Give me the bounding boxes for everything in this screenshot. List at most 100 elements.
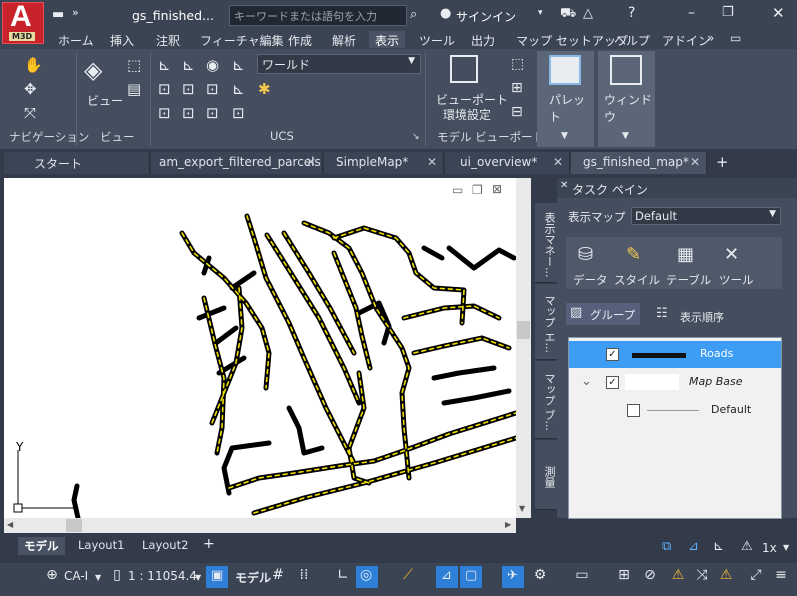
chevron-down-icon[interactable]: ▼ [195, 573, 201, 582]
add-layout-icon[interactable]: + [203, 536, 215, 552]
ucs-origin-icon[interactable]: ⊡ [158, 104, 171, 122]
layer-row-map-base[interactable]: ⌄ ✓ Map Base [569, 369, 781, 396]
side-tab-map-explorer[interactable]: マップ エ... [535, 284, 557, 360]
named-views-icon[interactable]: ⬚ [127, 56, 141, 74]
tab-insert[interactable]: 挿入 [104, 31, 140, 48]
ortho-icon[interactable]: ∟ [333, 567, 353, 587]
display-map-dropdown[interactable]: Default ▼ [631, 207, 781, 225]
layer-row-default[interactable]: Default [569, 397, 781, 424]
close-tab-icon[interactable]: ✕ [690, 155, 700, 169]
map-scale-value[interactable]: 1 : 11054.4 [128, 569, 197, 583]
view-button[interactable]: ビュー [87, 92, 123, 109]
search-input[interactable]: キーワードまたは語句を入力 [229, 5, 407, 26]
tab-analyze[interactable]: 解析 [326, 31, 362, 48]
data-icon[interactable]: ⛁ [578, 244, 593, 265]
vertical-scrollbar[interactable]: ▼ [516, 178, 531, 518]
viewport-config-label-2[interactable]: 環境設定 [443, 106, 491, 123]
zoom-extents-icon[interactable]: ⤧ [24, 104, 36, 122]
workspace-gear-icon[interactable]: ⚙ [530, 567, 550, 587]
palette-button[interactable]: パレット ▼ [537, 51, 594, 147]
doc-tab-start[interactable]: スタート [4, 152, 150, 174]
model-space-label[interactable]: モデル [235, 569, 271, 586]
pan-hand-icon[interactable]: ✋ [24, 56, 43, 74]
ucs-light-icon[interactable]: ✱ [258, 80, 271, 98]
more-tabs-icon[interactable]: » [707, 31, 714, 45]
tab-model[interactable]: モデル [18, 537, 65, 555]
tab-create[interactable]: 作成 [282, 31, 318, 48]
binoculars-icon[interactable]: ⌕ [410, 7, 417, 22]
layer-visible-checkbox[interactable] [627, 404, 640, 417]
scale-icon[interactable]: ▯ [107, 567, 127, 587]
ucs-icon-3[interactable]: ⊾ [232, 56, 245, 74]
draw-order-label[interactable]: 表示順序 [680, 309, 724, 325]
orbit-icon[interactable]: ✥ [24, 80, 37, 98]
hardware-acceleration-icon[interactable]: ⚠ [716, 567, 736, 587]
tab-feature-edit[interactable]: フィーチャ編集 [194, 31, 290, 48]
side-tab-display-manager[interactable]: 表示マネー... [535, 203, 557, 283]
doc-tab-am-export[interactable]: am_export_filtered_parcels ✕ [151, 152, 323, 174]
object-snap-icon[interactable]: ▢ [460, 566, 482, 588]
restore-icon[interactable]: ❐ [722, 5, 734, 20]
ucs-object-icon[interactable]: ⊡ [206, 104, 219, 122]
ucs-y-icon[interactable]: ⊡ [182, 80, 195, 98]
autodesk-app-icon[interactable]: △ [583, 6, 593, 21]
snap-grid-icon[interactable]: ⁞⁞ [294, 567, 314, 587]
close-tab-icon[interactable]: ✕ [306, 155, 316, 169]
ucs-icon-2[interactable]: ⊾ [182, 56, 195, 74]
layer-visible-checkbox[interactable]: ✓ [606, 376, 619, 389]
table-icon[interactable]: ▦ [677, 244, 694, 265]
minimize-icon[interactable]: – [688, 5, 695, 21]
graph-config-icon[interactable]: ⧉ [662, 539, 671, 554]
new-tab-icon[interactable]: + [716, 153, 729, 171]
signin-link[interactable]: サインイン [456, 8, 516, 25]
side-tab-map-book[interactable]: マップ ブ... [535, 361, 557, 439]
draw-order-icon[interactable]: ☷ [656, 306, 668, 321]
ucs-x-icon[interactable]: ⊡ [158, 80, 171, 98]
units-icon[interactable]: ⊞ [614, 567, 634, 587]
close-tab-icon[interactable]: ✕ [427, 155, 437, 169]
annotation-monitor-icon[interactable]: ▭ [572, 567, 592, 587]
named-viewport-icon[interactable]: ⬚ [511, 56, 524, 72]
lock-icon[interactable]: ▣ [206, 566, 228, 588]
app-logo-button[interactable]: A M3D [2, 0, 44, 44]
tools-button-label[interactable]: ツール [719, 272, 754, 288]
warning-icon[interactable]: ⚠ [668, 567, 688, 587]
horizontal-scrollbar[interactable]: ◀ ▶ [4, 518, 516, 533]
style-brush-icon[interactable]: ✎ [626, 244, 641, 265]
doc-tab-simplemap[interactable]: SimpleMap* ✕ [324, 152, 444, 174]
chevron-down-icon[interactable]: ▾ [538, 8, 543, 18]
tab-annotate[interactable]: 注釈 [150, 31, 186, 48]
fullscreen-icon[interactable]: ⤢ [746, 567, 766, 587]
layer-row-roads[interactable]: ✓ Roads [569, 341, 781, 368]
help-icon[interactable]: ? [628, 5, 635, 21]
group-button[interactable]: ▨ グループ [566, 303, 640, 325]
ucs-3point-icon[interactable]: ⊾ [232, 80, 245, 98]
viewport-config-icon[interactable] [450, 55, 478, 83]
view-manager-icon[interactable]: ▤ [127, 80, 141, 98]
doc-tab-ui-overview[interactable]: ui_overview* ✕ [445, 152, 570, 174]
close-tab-icon[interactable]: ✕ [553, 155, 563, 169]
ucs-world-icon[interactable]: ◉ [206, 56, 219, 74]
chevron-down-icon[interactable]: ▼ [95, 573, 101, 582]
coordinate-system[interactable]: CA-I [64, 569, 88, 583]
open-folder-icon[interactable]: ▬ [52, 7, 64, 22]
close-icon[interactable]: ✕ [772, 4, 785, 22]
annotation-visibility-icon[interactable]: ✈ [502, 566, 524, 588]
tab-output[interactable]: 出力 [465, 31, 501, 48]
globe-icon[interactable]: ⊕ [42, 567, 62, 587]
data-button-label[interactable]: データ [573, 272, 608, 288]
tab-layout1[interactable]: Layout1 [72, 537, 130, 555]
grid-icon[interactable]: # [268, 567, 288, 587]
drawing-canvas[interactable]: Y ▭ ❐ ⊠ [4, 178, 516, 518]
doc-tab-gs-finished[interactable]: gs_finished_map* ✕ [571, 152, 707, 174]
restore-viewport-icon[interactable]: ⊟ [511, 104, 523, 120]
side-tab-survey[interactable]: 測量 [535, 440, 557, 510]
polar-tracking-icon[interactable]: ◎ [356, 566, 378, 588]
ucs-dialog-launcher-icon[interactable]: ↘ [412, 132, 420, 142]
close-pane-icon[interactable]: ✕ [560, 180, 568, 191]
more-tools-icon[interactable]: » [72, 6, 79, 19]
ribbon-display-icon[interactable]: ▭ [730, 31, 741, 45]
table-button-label[interactable]: テーブル [666, 272, 711, 288]
tab-tools[interactable]: ツール [413, 31, 461, 48]
viewport-restore-icon[interactable]: ❐ [472, 183, 483, 197]
